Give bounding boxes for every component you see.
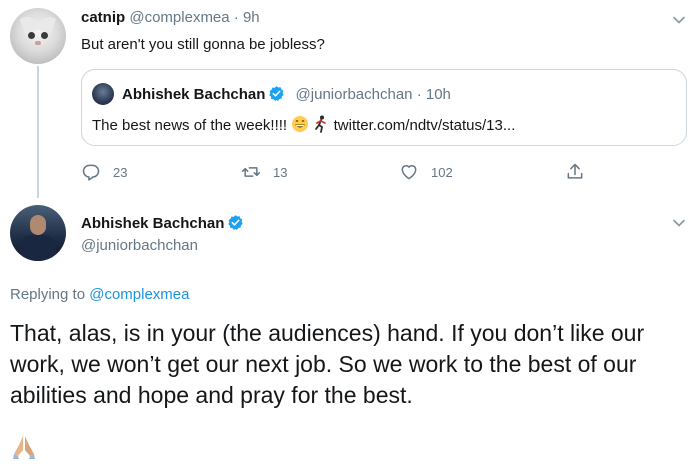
- retweet-count: 13: [273, 164, 288, 180]
- like-count: 102: [431, 164, 453, 180]
- separator-dot: ·: [233, 9, 239, 26]
- tweet-actions: 23 13 102: [81, 160, 601, 184]
- user-handle[interactable]: @juniorbachchan: [81, 237, 198, 255]
- user-name[interactable]: Abhishek Bachchan: [81, 215, 224, 232]
- retweet-button[interactable]: 13: [241, 160, 287, 184]
- share-icon: [567, 163, 583, 179]
- quoted-tweet-body: The best news of the week!!!!: [92, 117, 288, 134]
- tweet-time[interactable]: 10h: [426, 86, 451, 103]
- running-person-emoji-icon: [315, 115, 327, 133]
- verified-badge-icon: [269, 86, 285, 101]
- praying-hands-emoji-icon: [13, 436, 35, 459]
- quoted-tweet[interactable]: Abhishek Bachchan @juniorbachchan · 10h …: [81, 69, 687, 146]
- avatar-eye: [28, 32, 35, 39]
- avatar[interactable]: [92, 83, 114, 105]
- chevron-down-icon[interactable]: [672, 216, 686, 230]
- replying-to-link[interactable]: @complexmea: [89, 286, 189, 303]
- retweet-icon: [241, 167, 261, 177]
- user-handle[interactable]: @complexmea: [129, 9, 229, 26]
- user-name[interactable]: catnip: [81, 9, 125, 26]
- user-name-row: Abhishek Bachchan: [81, 214, 244, 233]
- separator-dot: ·: [416, 86, 422, 103]
- quoted-tweet-link[interactable]: twitter.com/ndtv/status/13...: [334, 117, 516, 134]
- avatar-ear: [19, 14, 39, 34]
- share-button[interactable]: [565, 160, 597, 184]
- avatar-nose: [35, 41, 41, 45]
- tweet-header: catnip @complexmea · 9h: [81, 9, 260, 27]
- tweet-catnip[interactable]: catnip @complexmea · 9h But aren't you s…: [0, 0, 700, 198]
- reply-button[interactable]: 23: [81, 160, 127, 184]
- replying-to-label: Replying to: [10, 286, 86, 303]
- quoted-tweet-text: The best news of the week!!!! twitter.co…: [92, 115, 515, 136]
- quoted-tweet-header: Abhishek Bachchan @juniorbachchan · 10h: [122, 85, 451, 104]
- user-handle[interactable]: @juniorbachchan: [296, 86, 413, 103]
- replying-to-line: Replying to @complexmea: [10, 286, 189, 304]
- grinning-emoji-icon: [292, 116, 309, 132]
- thread-connector-line: [37, 66, 39, 198]
- verified-badge-icon: [228, 215, 244, 230]
- avatar-ear: [37, 14, 57, 34]
- reply-icon: [82, 164, 100, 181]
- avatar-eye: [41, 32, 48, 39]
- tweet-text: That, alas, is in your (the audiences) h…: [10, 320, 645, 408]
- avatar-body: [20, 235, 56, 261]
- tweet-time[interactable]: 9h: [243, 9, 260, 26]
- chevron-down-icon[interactable]: [672, 13, 686, 27]
- avatar[interactable]: [10, 205, 66, 261]
- avatar[interactable]: [10, 8, 66, 64]
- reply-count: 23: [113, 164, 128, 180]
- avatar-face: [30, 215, 46, 235]
- like-button[interactable]: 102: [399, 160, 453, 184]
- user-name[interactable]: Abhishek Bachchan: [122, 86, 265, 103]
- tweet-text: But aren't you still gonna be jobless?: [81, 36, 325, 53]
- like-icon: [401, 165, 417, 180]
